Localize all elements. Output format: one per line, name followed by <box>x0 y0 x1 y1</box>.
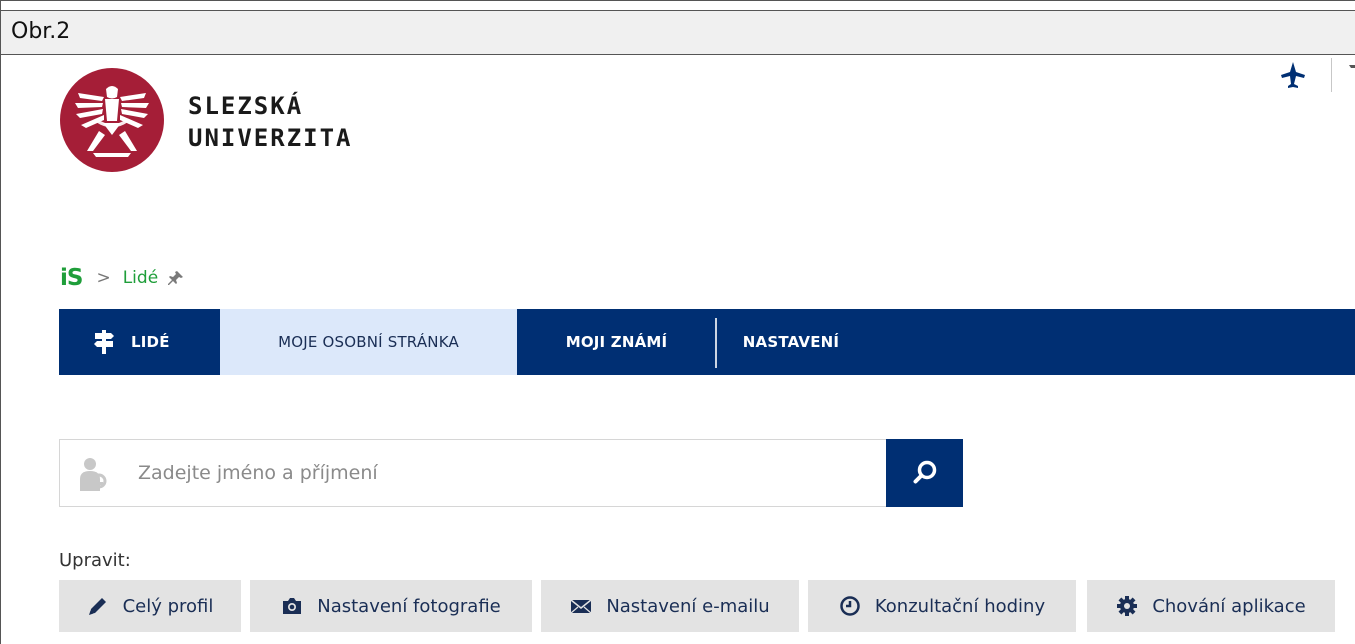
people-search-input[interactable] <box>138 440 878 506</box>
top-right-divider <box>1331 58 1332 92</box>
is-logo[interactable]: iS <box>60 265 83 291</box>
gear-icon <box>1117 596 1138 616</box>
tab-lide[interactable]: LIDÉ <box>59 309 220 375</box>
email-settings-button[interactable]: Nastavení e-mailu <box>541 580 799 632</box>
signpost-icon <box>94 330 114 354</box>
consulting-hours-label: Konzultační hodiny <box>874 595 1046 617</box>
photo-settings-label: Nastavení fotografie <box>317 595 501 617</box>
tab-nastaveni-label: NASTAVENÍ <box>742 333 840 351</box>
tab-moji-znami[interactable]: MOJI ZNÁMÍ <box>517 309 716 375</box>
main-navbar: LIDÉ MOJE OSOBNÍ STRÁNKA MOJI ZNÁMÍ NAST… <box>59 309 1355 375</box>
university-name-line2: UNIVERZITA <box>188 124 353 152</box>
app-behaviour-label: Chování aplikace <box>1152 595 1306 617</box>
airplane-icon[interactable] <box>1279 60 1307 88</box>
tab-moje-osobni-stranka-label: MOJE OSOBNÍ STRÁNKA <box>278 333 459 351</box>
camera-icon <box>283 598 302 614</box>
figure-caption: Obr.2 <box>11 19 71 44</box>
tab-lide-label: LIDÉ <box>131 333 170 351</box>
consulting-hours-button[interactable]: Konzultační hodiny <box>808 580 1076 632</box>
cropped-icon[interactable] <box>1346 62 1355 82</box>
edit-profile-button[interactable]: Celý profil <box>59 580 241 632</box>
email-settings-label: Nastavení e-mailu <box>606 595 770 617</box>
tab-moji-znami-label: MOJI ZNÁMÍ <box>565 333 668 351</box>
edit-label: Upravit: <box>59 550 131 571</box>
tab-nastaveni[interactable]: NASTAVENÍ <box>716 309 866 375</box>
people-search-box <box>59 439 887 507</box>
figure-caption-bar: Obr.2 <box>0 10 1355 55</box>
clock-icon <box>840 596 860 616</box>
university-name-line1: SLEZSKÁ <box>188 92 304 120</box>
person-icon <box>80 458 107 491</box>
tab-moje-osobni-stranka[interactable]: MOJE OSOBNÍ STRÁNKA <box>220 309 517 375</box>
photo-settings-button[interactable]: Nastavení fotografie <box>250 580 532 632</box>
pin-icon[interactable] <box>168 270 184 286</box>
breadcrumb-lide-link[interactable]: Lidé <box>123 268 158 288</box>
pencil-icon <box>88 598 106 615</box>
app-behaviour-button[interactable]: Chování aplikace <box>1087 580 1335 632</box>
magnifier-icon <box>913 460 936 484</box>
edit-profile-label: Celý profil <box>122 595 214 617</box>
envelope-icon <box>570 599 592 614</box>
breadcrumb: iS > Lidé <box>60 263 184 293</box>
university-logo[interactable] <box>59 67 165 173</box>
search-button[interactable] <box>886 439 963 507</box>
breadcrumb-separator: > <box>96 268 111 288</box>
university-name: SLEZSKÁ UNIVERZITA <box>188 90 353 154</box>
